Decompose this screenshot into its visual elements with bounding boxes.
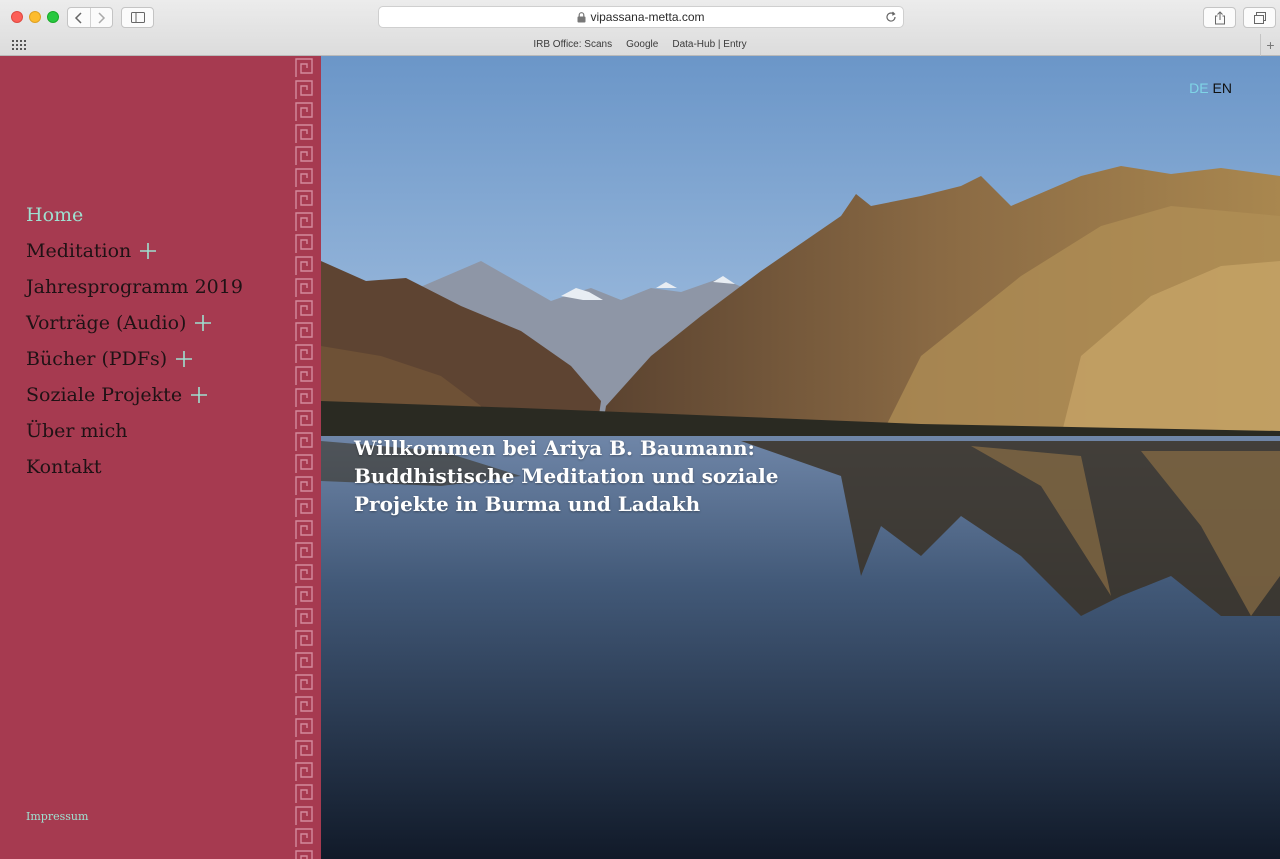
nav-item-soziale-projekte[interactable]: Soziale Projekte	[26, 377, 243, 413]
impressum-link[interactable]: Impressum	[26, 810, 88, 823]
nav-item-label: Über mich	[26, 420, 128, 442]
hero-section: DE EN Willkommen bei Ariya B. Baumann: B…	[321, 56, 1280, 859]
minimize-window-button[interactable]	[29, 11, 41, 23]
nav-item-meditation[interactable]: Meditation	[26, 233, 243, 269]
sidebar-toggle-button[interactable]	[121, 7, 154, 28]
reload-icon[interactable]	[885, 11, 897, 23]
sidebar: Home Meditation Jahresprogramm 2019 Vort…	[0, 56, 293, 859]
language-en-link[interactable]: EN	[1213, 80, 1232, 96]
plus-icon[interactable]	[139, 242, 157, 260]
nav-item-ueber-mich[interactable]: Über mich	[26, 413, 243, 449]
bookmark-item[interactable]: IRB Office: Scans	[533, 39, 612, 50]
language-de-link[interactable]: DE	[1189, 80, 1208, 96]
browser-chrome: vipassana-metta.com IRB Office: Scans Go…	[0, 0, 1280, 56]
close-window-button[interactable]	[11, 11, 23, 23]
new-tab-button[interactable]: +	[1260, 34, 1280, 56]
lock-icon	[577, 11, 586, 22]
address-bar[interactable]: vipassana-metta.com	[378, 6, 904, 28]
headline-line: Willkommen bei Ariya B. Baumann:	[354, 436, 755, 460]
title-bar: vipassana-metta.com	[0, 0, 1280, 34]
nav-item-label: Bücher (PDFs)	[26, 348, 168, 370]
plus-icon[interactable]	[190, 386, 208, 404]
nav-item-kontakt[interactable]: Kontakt	[26, 449, 243, 485]
nav-item-label: Meditation	[26, 240, 132, 262]
zoom-window-button[interactable]	[47, 11, 59, 23]
bookmarks-bar: IRB Office: Scans Google Data-Hub | Entr…	[0, 34, 1280, 56]
bookmark-item[interactable]: Google	[626, 39, 658, 50]
plus-icon[interactable]	[175, 350, 193, 368]
chevron-left-icon	[75, 11, 82, 24]
share-icon	[1214, 10, 1225, 24]
bookmark-item[interactable]: Data-Hub | Entry	[672, 39, 746, 50]
headline-line: Buddhistische Meditation und soziale	[354, 464, 779, 488]
forward-button[interactable]	[89, 8, 113, 27]
nav-item-vortraege[interactable]: Vorträge (Audio)	[26, 305, 243, 341]
nav-item-label: Jahresprogramm 2019	[26, 276, 243, 298]
meander-border	[293, 56, 315, 859]
address-url: vipassana-metta.com	[590, 10, 705, 24]
main-navigation: Home Meditation Jahresprogramm 2019 Vort…	[26, 197, 243, 485]
sidebar-icon	[130, 12, 145, 23]
meander-pattern-icon	[293, 56, 315, 859]
show-tabs-button[interactable]	[1243, 7, 1276, 28]
headline-line: Projekte in Burma und Ladakh	[354, 492, 701, 516]
nav-item-label: Soziale Projekte	[26, 384, 183, 406]
chevron-right-icon	[98, 11, 105, 24]
hero-headline: Willkommen bei Ariya B. Baumann: Buddhis…	[354, 434, 814, 518]
bookmark-list: IRB Office: Scans Google Data-Hub | Entr…	[0, 39, 1280, 50]
history-navigation	[67, 7, 113, 28]
nav-item-jahresprogramm[interactable]: Jahresprogramm 2019	[26, 269, 243, 305]
back-button[interactable]	[68, 8, 90, 27]
share-button[interactable]	[1203, 7, 1236, 28]
nav-item-home[interactable]: Home	[26, 197, 243, 233]
language-switcher: DE EN	[1189, 80, 1232, 96]
tabs-icon	[1253, 11, 1266, 24]
nav-item-label: Kontakt	[26, 456, 102, 478]
nav-item-label: Home	[26, 204, 84, 226]
nav-item-buecher[interactable]: Bücher (PDFs)	[26, 341, 243, 377]
nav-item-label: Vorträge (Audio)	[26, 312, 187, 334]
plus-icon[interactable]	[194, 314, 212, 332]
web-page: Home Meditation Jahresprogramm 2019 Vort…	[0, 56, 1280, 859]
